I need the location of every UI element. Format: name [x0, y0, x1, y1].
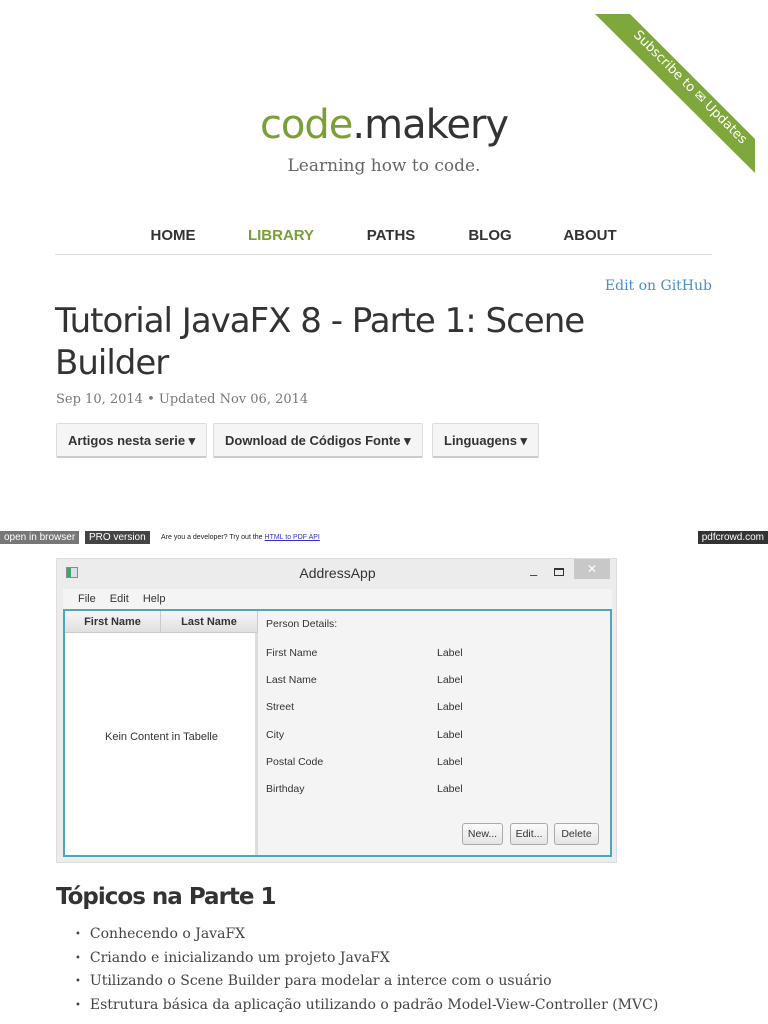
list-item: Estrutura básica da aplicação utilizando… [75, 997, 658, 1021]
section-heading: Tópicos na Parte 1 [56, 884, 277, 910]
close-button[interactable]: ✕ [574, 559, 610, 579]
delete-button[interactable]: Delete [554, 823, 599, 845]
field-value: Label [437, 674, 463, 686]
list-item: Conhecendo o JavaFX [75, 926, 658, 950]
nav-library[interactable]: LIBRARY [248, 227, 314, 244]
topics-list: Conhecendo o JavaFX Criando e inicializa… [75, 926, 658, 1020]
app-icon [66, 567, 78, 578]
field-value: Label [437, 729, 463, 741]
edit-button[interactable]: Edit... [510, 823, 548, 845]
person-details-heading: Person Details: [266, 618, 338, 630]
nav-divider [55, 254, 712, 255]
nav-about[interactable]: ABOUT [563, 227, 616, 244]
html-to-pdf-link[interactable]: HTML to PDF API [265, 534, 320, 541]
pro-version-link[interactable]: PRO version [85, 531, 150, 544]
maximize-button[interactable] [554, 568, 564, 576]
page-title: Tutorial JavaFX 8 - Parte 1: Scene Build… [55, 301, 585, 383]
list-item: Criando e inicializando um projeto JavaF… [75, 950, 658, 974]
column-first-name[interactable]: First Name [65, 611, 161, 633]
logo-makery: .makery [352, 102, 509, 148]
nav-paths[interactable]: PATHS [367, 227, 416, 244]
tagline: Learning how to code. [287, 156, 481, 176]
field-label: Birthday [266, 783, 305, 795]
nav-blog[interactable]: BLOG [468, 227, 511, 244]
addressapp-window: AddressApp – ✕ File Edit Help First Name… [56, 558, 617, 863]
menu-edit[interactable]: Edit [110, 593, 129, 605]
empty-table-placeholder: Kein Content in Tabelle [105, 731, 218, 743]
languages-dropdown[interactable]: Linguagens ▾ [432, 423, 540, 458]
minimize-button[interactable]: – [530, 567, 537, 582]
menu-file[interactable]: File [78, 593, 96, 605]
site-logo[interactable]: code.makery [0, 102, 768, 148]
menu-help[interactable]: Help [143, 593, 166, 605]
download-source-dropdown[interactable]: Download de Códigos Fonte ▾ [213, 423, 423, 458]
promo-text: Are you a developer? Try out the [161, 534, 265, 541]
developer-promo: Are you a developer? Try out the HTML to… [161, 531, 320, 544]
field-label: City [266, 729, 285, 741]
field-value: Label [437, 756, 463, 768]
list-item: Utilizando o Scene Builder para modelar … [75, 973, 658, 997]
field-label: First Name [266, 647, 318, 659]
menu-bar: File Edit Help [63, 589, 612, 609]
edit-on-github-link[interactable]: Edit on GitHub [605, 278, 712, 294]
open-in-browser-link[interactable]: open in browser [0, 531, 80, 544]
nav-home[interactable]: HOME [151, 227, 196, 244]
field-value: Label [437, 783, 463, 795]
field-label: Last Name [266, 674, 317, 686]
field-label: Street [266, 701, 295, 713]
split-pane: First Name Last Name Kein Content in Tab… [63, 609, 612, 857]
field-value: Label [437, 701, 463, 713]
series-articles-dropdown[interactable]: Artigos nesta serie ▾ [56, 423, 208, 458]
new-button[interactable]: New... [462, 823, 503, 845]
column-last-name[interactable]: Last Name [161, 611, 258, 633]
person-table[interactable]: First Name Last Name Kein Content in Tab… [65, 611, 258, 855]
logo-code: code [259, 102, 353, 148]
field-label: Postal Code [266, 756, 324, 768]
pdfcrowd-brand[interactable]: pdfcrowd.com [697, 531, 768, 544]
field-value: Label [437, 647, 463, 659]
post-date: Sep 10, 2014 • Updated Nov 06, 2014 [56, 392, 309, 407]
